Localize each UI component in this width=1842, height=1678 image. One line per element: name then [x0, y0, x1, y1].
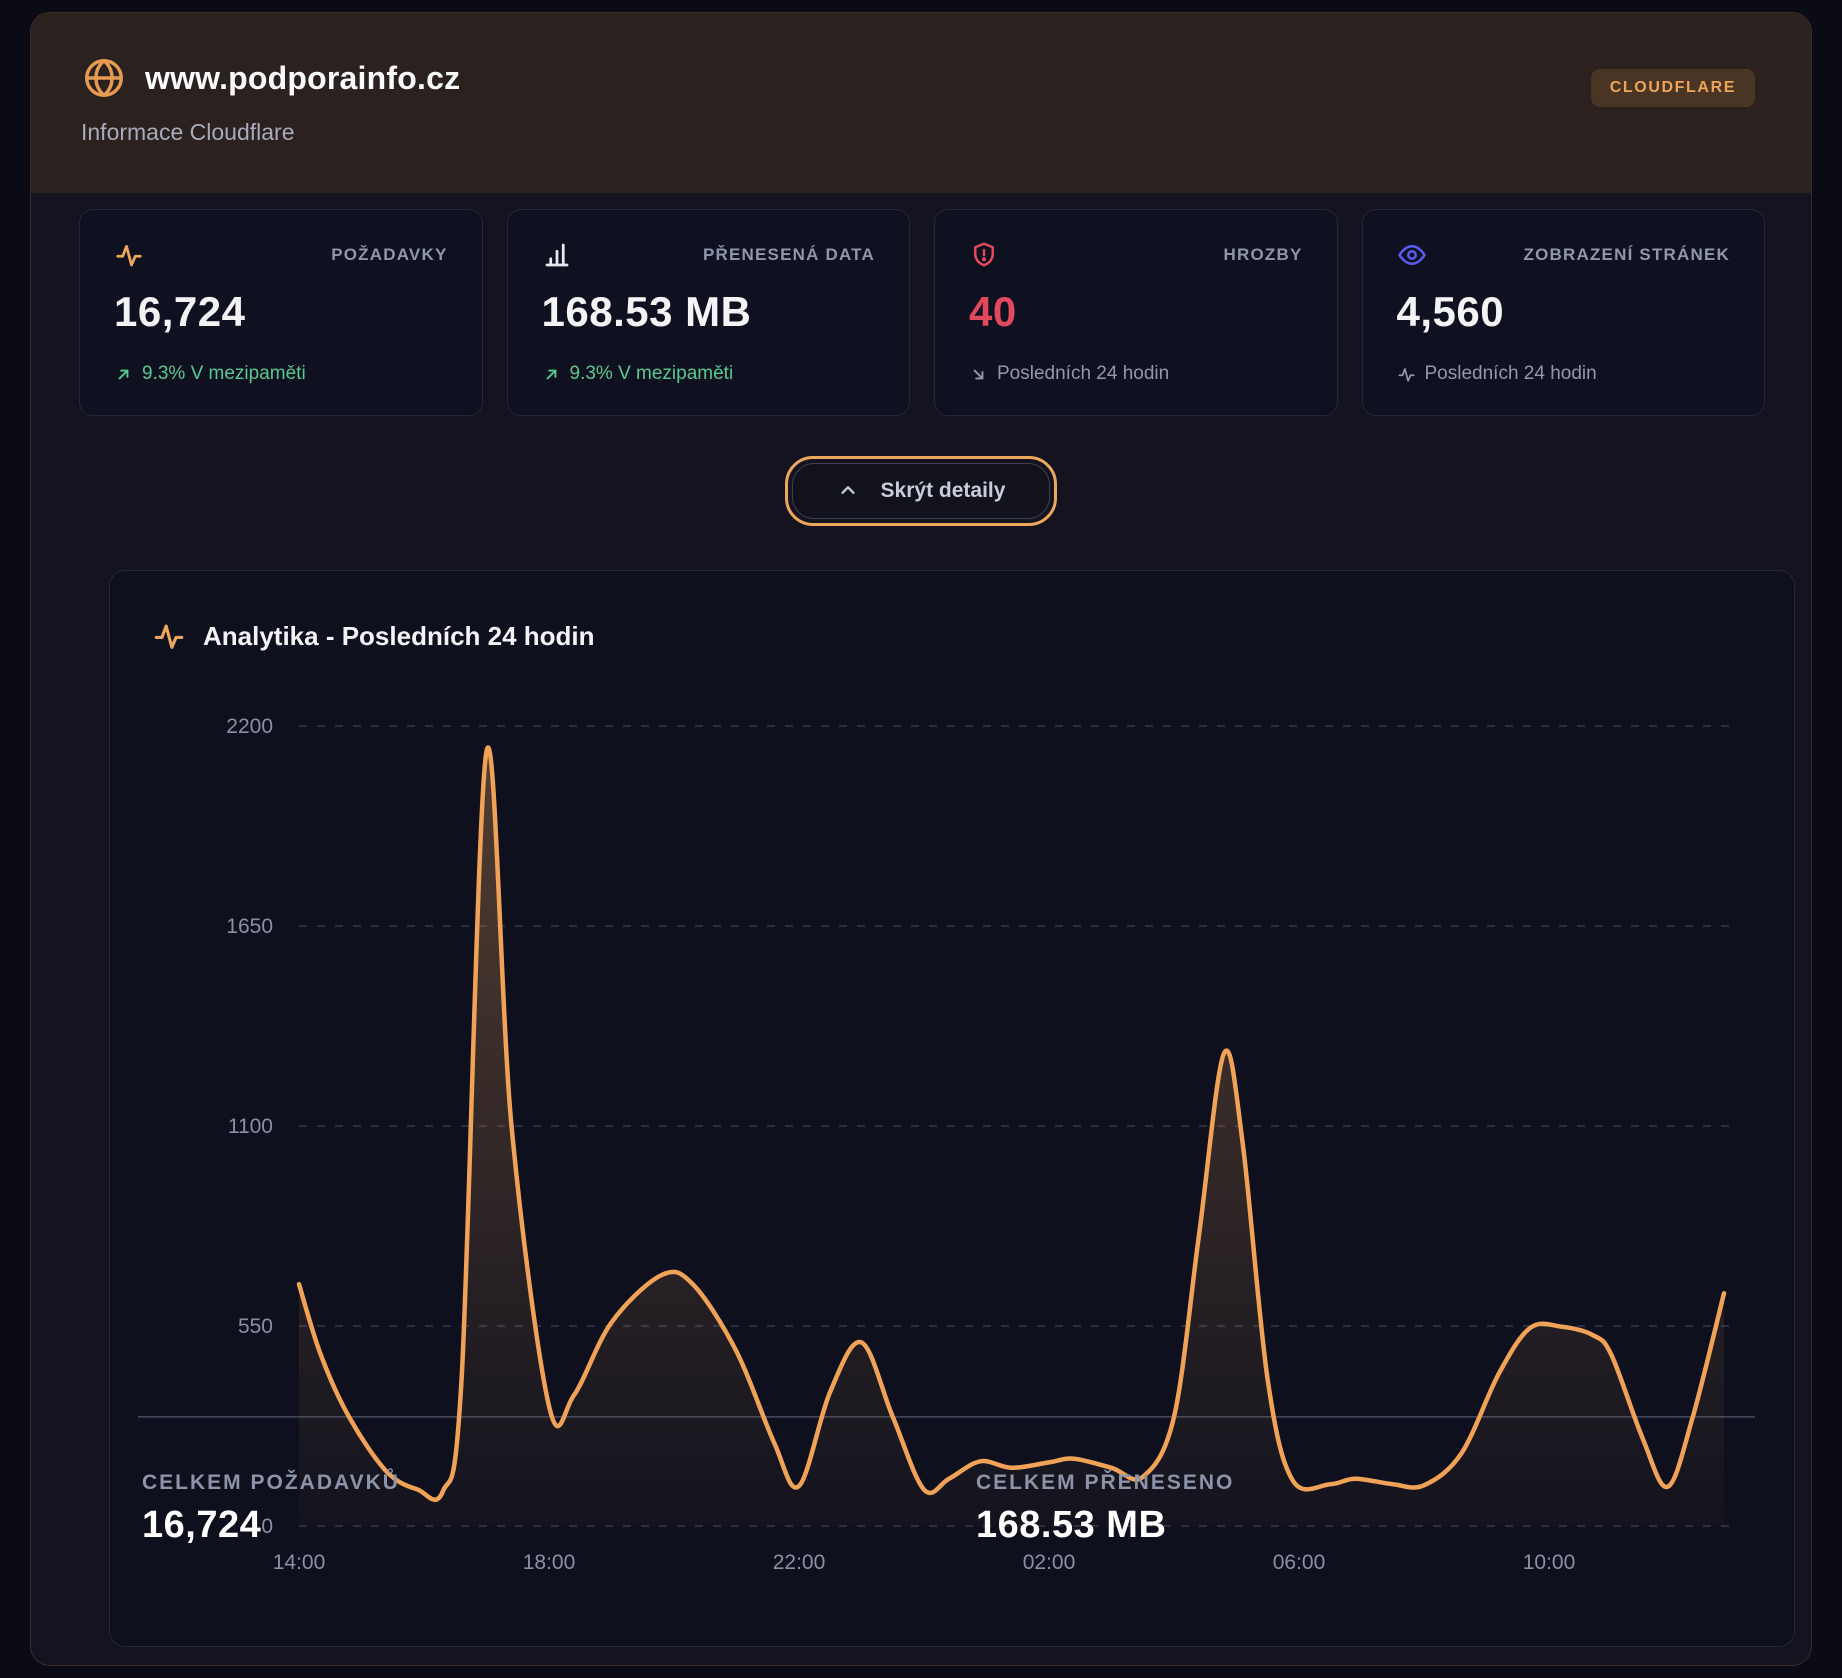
stat-card-page-views: ZOBRAZENÍ STRÁNEK 4,560 Posledních 24 ho…: [1362, 209, 1766, 416]
analytics-chart-card: Analytika - Posledních 24 hodin 05501100…: [109, 570, 1795, 1647]
stat-footer-text: Posledních 24 hodin: [997, 363, 1169, 385]
svg-text:14:00: 14:00: [273, 1551, 326, 1574]
chart-title: Analytika - Posledních 24 hodin: [203, 621, 595, 652]
hide-details-button[interactable]: Skrýt detaily: [785, 456, 1058, 526]
stat-card-threats: HROZBY 40 Posledních 24 hodin: [934, 209, 1338, 416]
total-transfer-label: CELKEM PŘENESENO: [976, 1471, 1234, 1495]
page-title: www.podporainfo.cz: [145, 60, 460, 97]
total-transfer-value: 168.53 MB: [976, 1504, 1234, 1547]
chevron-up-icon: [837, 480, 859, 502]
hide-details-label: Skrýt detaily: [881, 479, 1006, 503]
stat-label: PŘENESENÁ DATA: [703, 245, 875, 265]
svg-text:02:00: 02:00: [1023, 1551, 1076, 1574]
pulse-icon: [1397, 365, 1416, 384]
stat-value: 168.53 MB: [542, 288, 876, 336]
svg-text:550: 550: [238, 1315, 273, 1338]
total-requests-label: CELKEM POŽADAVKŮ: [142, 1471, 400, 1495]
stat-label: HROZBY: [1224, 245, 1303, 265]
svg-text:18:00: 18:00: [523, 1551, 576, 1574]
stat-value: 40: [969, 288, 1303, 336]
stat-value: 16,724: [114, 288, 448, 336]
stat-footer-text: 9.3% V mezipaměti: [570, 363, 734, 385]
bar-chart-icon: [542, 240, 572, 270]
stat-footer-text: 9.3% V mezipaměti: [142, 363, 306, 385]
stat-card-requests: POŽADAVKY 16,724 9.3% V mezipaměti: [79, 209, 483, 416]
arrow-down-right-icon: [969, 365, 988, 384]
stat-value: 4,560: [1397, 288, 1731, 336]
arrow-up-right-icon: [542, 365, 561, 384]
cloudflare-dashboard: www.podporainfo.cz Informace Cloudflare …: [0, 0, 1842, 1678]
activity-icon: [152, 619, 186, 653]
page-subtitle: Informace Cloudflare: [81, 119, 1755, 146]
stats-row: POŽADAVKY 16,724 9.3% V mezipaměti: [79, 209, 1765, 416]
site-header: www.podporainfo.cz Informace Cloudflare …: [31, 13, 1811, 193]
total-requests-value: 16,724: [142, 1504, 400, 1547]
stat-label: ZOBRAZENÍ STRÁNEK: [1524, 245, 1730, 265]
svg-text:1100: 1100: [228, 1115, 273, 1138]
svg-text:10:00: 10:00: [1523, 1551, 1576, 1574]
stat-label: POŽADAVKY: [331, 245, 447, 265]
site-info-card: www.podporainfo.cz Informace Cloudflare …: [30, 12, 1812, 1666]
arrow-up-right-icon: [114, 365, 133, 384]
eye-icon: [1397, 240, 1427, 270]
stat-footer-text: Posledních 24 hodin: [1425, 363, 1597, 385]
cloudflare-badge: CLOUDFLARE: [1591, 69, 1755, 107]
total-transfer-block: CELKEM PŘENESENO 168.53 MB: [976, 1471, 1234, 1547]
stat-card-data-transferred: PŘENESENÁ DATA 168.53 MB 9.3% V mezipamě…: [507, 209, 911, 416]
globe-icon: [81, 55, 127, 101]
svg-text:06:00: 06:00: [1273, 1551, 1326, 1574]
shield-alert-icon: [969, 240, 999, 270]
svg-text:1650: 1650: [226, 915, 273, 938]
svg-text:2200: 2200: [226, 715, 273, 738]
svg-text:22:00: 22:00: [773, 1551, 826, 1574]
total-requests-block: CELKEM POŽADAVKŮ 16,724: [142, 1471, 400, 1547]
activity-icon: [114, 240, 144, 270]
